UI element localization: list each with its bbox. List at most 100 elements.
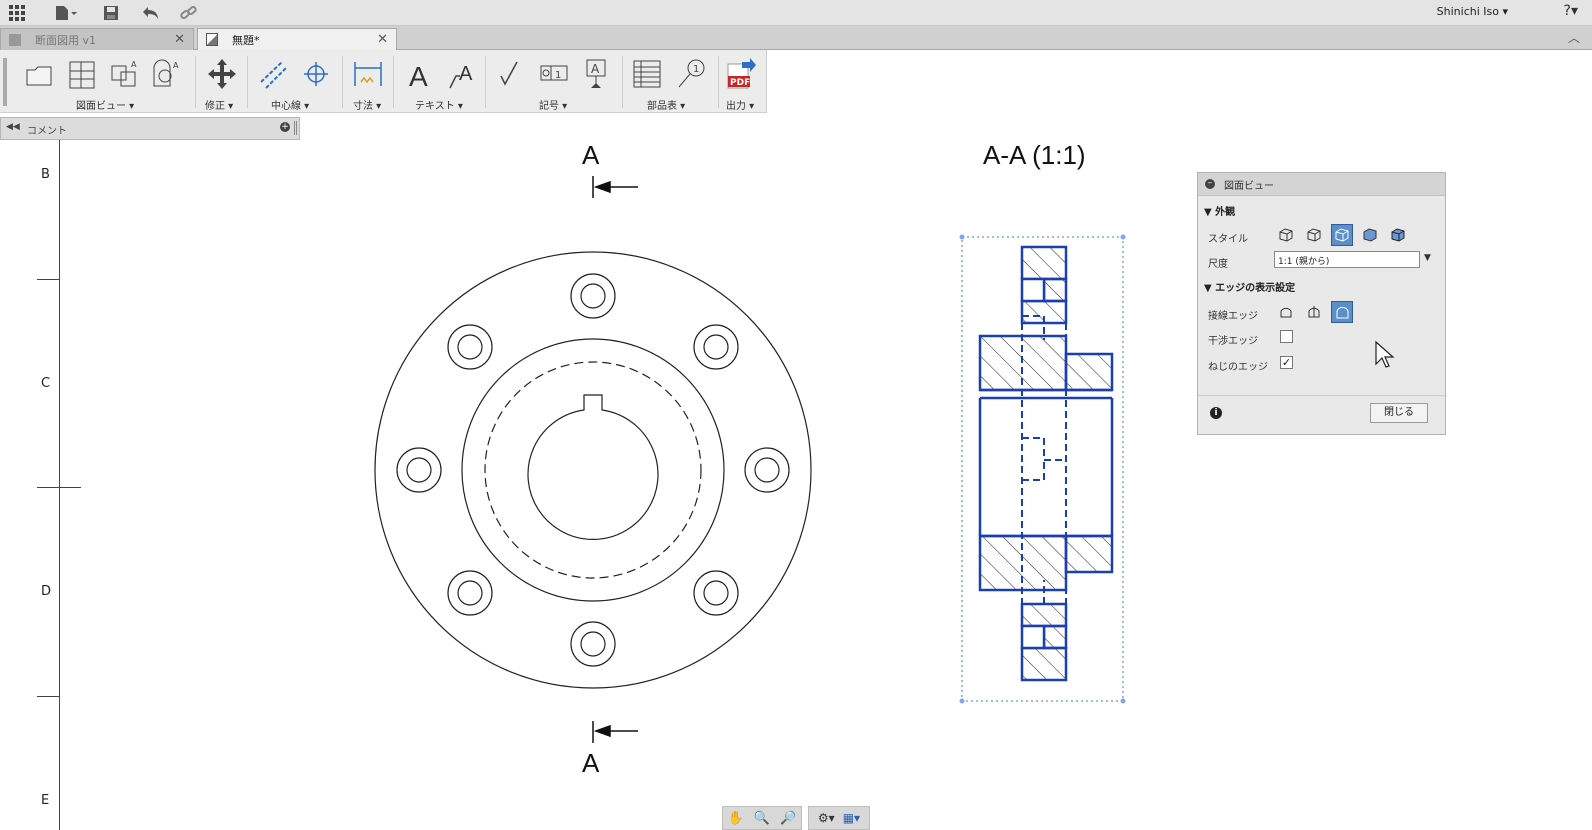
tab-untitled[interactable]: 無題* ✕ — [197, 28, 397, 50]
toolbar-group-symbol[interactable]: 記号 ▾ — [539, 97, 567, 112]
toolbar-group-modify[interactable]: 修正 ▾ — [205, 97, 233, 112]
zoom-window-icon[interactable]: 🔎 — [780, 811, 796, 826]
tangent-edges-label: 接線エッジ — [1208, 311, 1258, 322]
help-menu[interactable]: ?▾ — [1564, 3, 1578, 19]
style-shaded-button[interactable] — [1359, 224, 1381, 246]
svg-text:A: A — [591, 62, 600, 76]
style-shaded-hidden-button[interactable] — [1331, 224, 1353, 246]
toolbar-grip[interactable] — [3, 58, 7, 106]
close-tab-icon[interactable]: ✕ — [377, 32, 388, 47]
panel-divider — [1198, 395, 1445, 396]
toolbar-separator — [485, 56, 486, 108]
user-menu[interactable]: Shinichi Iso ▾ — [1437, 5, 1508, 18]
comment-bar: ◀◀ コメント + — [0, 117, 300, 140]
collapse-left-icon[interactable]: ◀◀ — [6, 122, 20, 132]
svg-text:A: A — [173, 61, 179, 70]
add-comment-icon[interactable]: + — [280, 122, 290, 132]
scale-select[interactable]: 1:1 (親から) — [1274, 251, 1420, 268]
move-icon[interactable] — [207, 58, 237, 90]
section-appearance[interactable]: ▼ 外観 — [1204, 203, 1235, 218]
toolbar-group-centerline[interactable]: 中心線 ▾ — [271, 97, 309, 112]
resize-handle[interactable] — [294, 121, 297, 135]
link-icon[interactable] — [178, 2, 200, 24]
feature-control-frame-icon[interactable]: 1 — [539, 58, 569, 90]
app-grid-icon[interactable] — [6, 2, 28, 24]
section-view-icon[interactable]: A — [151, 58, 181, 90]
tab-label: 断面図用 v1 — [35, 33, 97, 47]
toolbar-separator — [393, 56, 394, 108]
sheet-border-line — [59, 140, 60, 830]
tangent-edges-full-button[interactable] — [1303, 301, 1325, 323]
tab-section-drawing[interactable]: 断面図用 v1 ✕ — [0, 28, 194, 50]
datum-identifier-icon[interactable]: A — [581, 58, 611, 90]
balloon-icon[interactable]: 1 — [676, 58, 706, 90]
section-line-label-bottom: A — [582, 748, 600, 778]
section-appearance-label: 外観 — [1215, 207, 1236, 218]
tangent-edges-off-button[interactable] — [1275, 301, 1297, 323]
parts-list-icon[interactable] — [632, 58, 662, 90]
undo-icon[interactable] — [140, 2, 162, 24]
pan-icon[interactable]: ✋ — [728, 811, 744, 826]
comment-label: コメント — [27, 126, 67, 137]
toolbar-group-text[interactable]: テキスト ▾ — [415, 97, 463, 112]
info-icon[interactable]: i — [1210, 407, 1222, 419]
pdf-export-icon[interactable]: PDF — [726, 58, 756, 90]
zone-label-c: C — [41, 376, 51, 391]
toolbar-separator — [718, 56, 719, 108]
drawing-view-panel: – 図面ビュー ▼ 外観 スタイル 尺度 1:1 (親から) ▼ ▼ エッジの表… — [1197, 172, 1446, 435]
zoom-icon[interactable]: 🔍 — [754, 811, 770, 826]
zone-tick — [37, 487, 81, 488]
section-edge-display[interactable]: ▼ エッジの表示設定 — [1204, 279, 1295, 294]
panel-header: – 図面ビュー — [1198, 173, 1445, 196]
close-button[interactable]: 閉じる — [1370, 403, 1428, 423]
close-tab-icon[interactable]: ✕ — [174, 32, 185, 47]
file-menu-icon[interactable] — [52, 2, 80, 24]
toolbar-group-dimension[interactable]: 寸法 ▾ — [353, 97, 381, 112]
front-view[interactable] — [360, 170, 820, 750]
interference-edges-label: 干渉エッジ — [1208, 336, 1258, 347]
display-settings-icon[interactable]: ⚙▾ — [818, 811, 835, 825]
center-mark-icon[interactable] — [301, 58, 331, 90]
nav-tools-group: ✋ 🔍 🔎 — [722, 806, 802, 830]
dimension-icon[interactable] — [353, 58, 383, 90]
thread-edges-label: ねじのエッジ — [1208, 362, 1268, 373]
folder-view-icon[interactable] — [24, 58, 54, 90]
navigation-bar: ✋ 🔍 🔎 ⚙▾ ▦▾ — [722, 806, 870, 830]
section-view-title: A-A (1:1) — [983, 140, 1086, 170]
surface-texture-icon[interactable] — [495, 58, 525, 90]
projected-view-icon[interactable]: A — [109, 58, 139, 90]
interference-edges-checkbox[interactable] — [1280, 330, 1293, 343]
display-settings-group: ⚙▾ ▦▾ — [808, 806, 870, 830]
section-line-label-top: A — [582, 140, 600, 170]
style-shaded-edges-button[interactable] — [1387, 224, 1409, 246]
balloon-number: 1 — [693, 64, 699, 75]
toolbar-separator — [247, 56, 248, 108]
leader-text-icon[interactable]: A — [447, 58, 477, 90]
toolbar-separator — [342, 56, 343, 108]
text-icon[interactable]: A — [405, 58, 435, 90]
zone-label-e: E — [41, 793, 50, 808]
tangent-edges-shortened-button[interactable] — [1331, 301, 1353, 323]
svg-text:A: A — [131, 60, 137, 69]
toolbar-group-drawing-view[interactable]: 図面ビュー ▾ — [76, 97, 134, 112]
base-view-icon[interactable] — [67, 58, 97, 90]
toolbar-group-output[interactable]: 出力 ▾ — [726, 97, 754, 112]
svg-text:A: A — [459, 63, 473, 85]
panel-title: 図面ビュー — [1224, 180, 1274, 192]
section-edges-label: エッジの表示設定 — [1215, 283, 1296, 294]
style-label: スタイル — [1208, 234, 1248, 245]
section-view[interactable] — [955, 232, 1130, 708]
collapse-chevron-icon[interactable]: ︿ — [1568, 29, 1580, 46]
toolbar-group-parts-list[interactable]: 部品表 ▾ — [647, 97, 685, 112]
ribbon-toolbar: A A 図面ビュー ▾ 修正 ▾ 中心線 ▾ 寸法 ▾ A A テキスト ▾ 1… — [0, 50, 767, 113]
document-tab-bar: 断面図用 v1 ✕ 無題* ✕ ︿ — [0, 26, 1592, 50]
style-visible-edges-button[interactable] — [1303, 224, 1325, 246]
centerline-icon[interactable] — [258, 58, 288, 90]
style-visible-hidden-button[interactable] — [1275, 224, 1297, 246]
grid-settings-icon[interactable]: ▦▾ — [843, 811, 860, 825]
thread-edges-checkbox[interactable]: ✓ — [1280, 356, 1293, 369]
save-icon[interactable] — [100, 2, 122, 24]
scale-dropdown-icon[interactable]: ▼ — [1424, 253, 1431, 263]
collapse-panel-icon[interactable]: – — [1205, 179, 1215, 189]
drawing-doc-icon — [206, 33, 218, 46]
